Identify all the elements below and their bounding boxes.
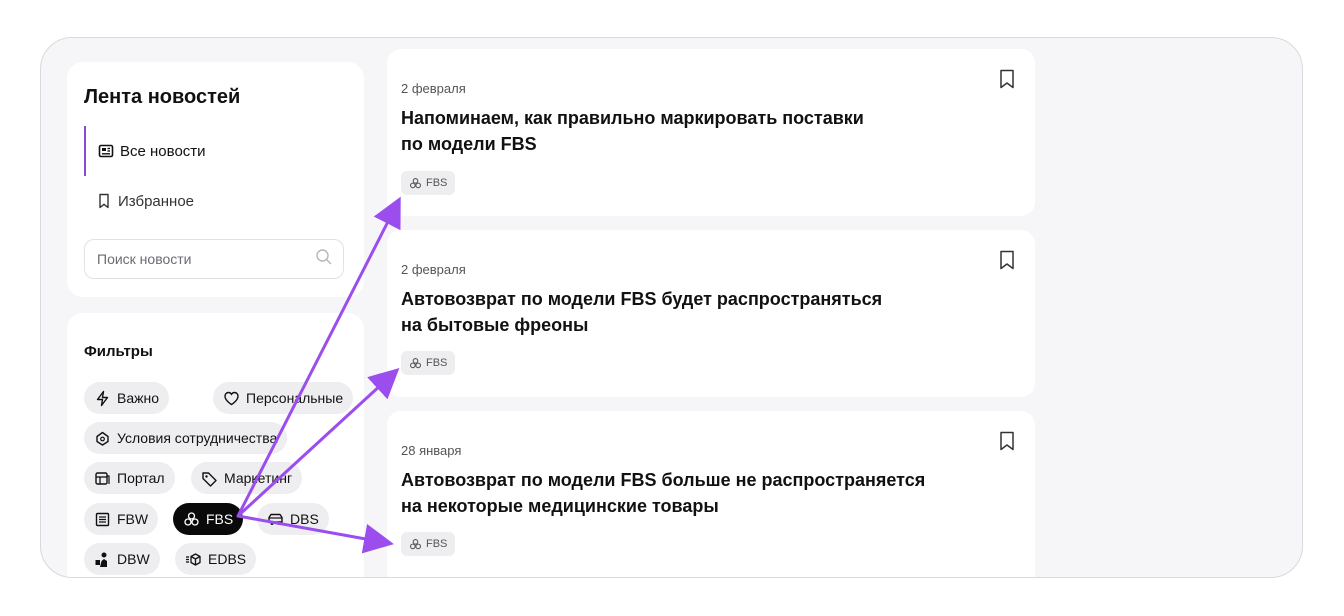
filters-panel: Фильтры Важно Персональные Условия сотру…: [67, 313, 364, 577]
filter-chip-label: DBW: [117, 551, 150, 567]
news-feed-title: Лента новостей: [84, 86, 241, 108]
news-headline[interactable]: Напоминаем, как правильно маркировать по…: [401, 105, 1001, 157]
tag-icon: [201, 470, 218, 487]
boxes-icon: [183, 511, 200, 528]
search-icon[interactable]: [315, 248, 333, 271]
news-tag[interactable]: FBS: [401, 532, 456, 556]
app-frame: Лента новостей Все новости Избранное Фил…: [40, 37, 1303, 578]
news-headline[interactable]: Автовозврат по модели FBS будет распрост…: [401, 286, 1001, 338]
handshake-icon: [94, 430, 111, 447]
lightning-icon: [94, 390, 111, 407]
boxes-icon: [409, 357, 422, 370]
filter-chip-label: DBS: [290, 511, 319, 527]
filter-chip-label: FBS: [206, 511, 234, 527]
filter-chip-fbw[interactable]: FBW: [84, 503, 159, 535]
filter-chip-dbs[interactable]: DBS: [257, 503, 329, 535]
news-date: 28 января: [401, 443, 462, 458]
portal-icon: [94, 470, 111, 487]
filter-chip-edbs[interactable]: EDBS: [175, 543, 257, 575]
filter-chip-label: FBW: [117, 511, 149, 527]
fast-box-icon: [185, 551, 202, 568]
news-date: 2 февраля: [401, 262, 466, 277]
news-headline[interactable]: Автовозврат по модели FBS больше не расп…: [401, 467, 1001, 519]
bookmark-icon[interactable]: [999, 431, 1015, 451]
news-card[interactable]: 2 февраля Автовозврат по модели FBS буде…: [387, 230, 1035, 397]
warehouse-icon: [94, 511, 111, 528]
news-headline-line: по модели FBS: [401, 134, 537, 154]
news-feed-panel: Лента новостей Все новости Избранное: [67, 62, 364, 297]
nav-all-news[interactable]: Все новости: [84, 126, 344, 176]
filters-title: Фильтры: [84, 343, 153, 360]
news-tag[interactable]: FBS: [401, 171, 456, 195]
news-tag[interactable]: FBS: [401, 351, 456, 375]
filter-chip-terms[interactable]: Условия сотрудничества: [84, 422, 288, 454]
bookmark-icon[interactable]: [999, 69, 1015, 89]
filter-chip-important[interactable]: Важно: [84, 382, 170, 414]
news-date: 2 февраля: [401, 81, 466, 96]
news-headline-line: Напоминаем, как правильно маркировать по…: [401, 108, 864, 128]
filter-chip-label: Персональные: [246, 390, 344, 406]
filter-chip-personal[interactable]: Персональные: [213, 382, 354, 414]
filter-chip-marketing[interactable]: Маркетинг: [191, 462, 303, 494]
bookmark-icon: [96, 193, 112, 209]
news-card[interactable]: 28 января Автовозврат по модели FBS боль…: [387, 411, 1035, 577]
boxes-icon: [409, 538, 422, 551]
news-tag-label: FBS: [426, 357, 448, 369]
filter-chip-label: EDBS: [208, 551, 247, 567]
filter-chip-fbs[interactable]: FBS: [173, 503, 244, 535]
news-search-input[interactable]: [95, 250, 315, 268]
filter-chip-dbw[interactable]: DBW: [84, 543, 160, 575]
boxes-icon: [409, 177, 422, 190]
news-tag-label: FBS: [426, 538, 448, 550]
newspaper-icon: [98, 143, 114, 159]
news-card[interactable]: 2 февраля Напоминаем, как правильно марк…: [387, 49, 1035, 216]
truck-icon: [267, 511, 284, 528]
filter-chip-label: Маркетинг: [224, 470, 293, 486]
courier-icon: [94, 551, 111, 568]
news-headline-line: на некоторые медицинские товары: [401, 496, 719, 516]
filter-chip-portal[interactable]: Портал: [84, 462, 175, 494]
news-tag-label: FBS: [426, 177, 448, 189]
filter-chip-label: Условия сотрудничества: [117, 430, 278, 446]
filter-chip-label: Важно: [117, 390, 160, 406]
nav-favorites-label: Избранное: [118, 192, 195, 210]
nav-all-news-label: Все новости: [120, 142, 206, 160]
nav-favorites[interactable]: Избранное: [84, 176, 344, 226]
news-headline-line: на бытовые фреоны: [401, 315, 589, 335]
news-search: [84, 239, 344, 279]
bookmark-icon[interactable]: [999, 250, 1015, 270]
news-headline-line: Автовозврат по модели FBS будет распрост…: [401, 289, 883, 309]
filter-chip-label: Портал: [117, 470, 165, 486]
news-headline-line: Автовозврат по модели FBS больше не расп…: [401, 470, 926, 490]
heart-icon: [223, 390, 240, 407]
